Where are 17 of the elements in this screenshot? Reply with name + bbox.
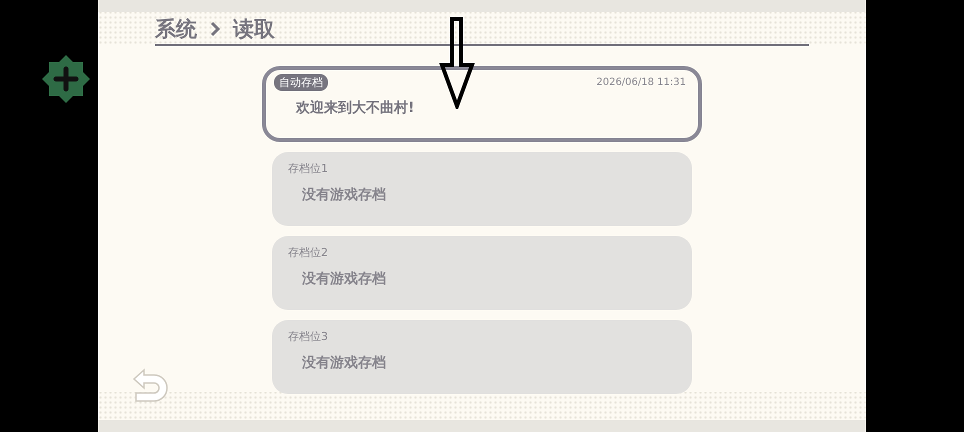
autosave-tag: 自动存档 — [274, 74, 328, 91]
save-slot[interactable]: 存档位1 没有游戏存档 — [272, 152, 692, 226]
breadcrumb-item: 读取 — [233, 16, 275, 43]
empty-slot-text: 没有游戏存档 — [302, 270, 387, 288]
empty-slot-text: 没有游戏存档 — [302, 354, 387, 372]
chevron-icon — [209, 21, 221, 37]
save-slot[interactable]: 存档位3 没有游戏存档 — [272, 320, 692, 394]
save-description: 欢迎来到大不曲村! — [296, 99, 416, 117]
save-slot[interactable]: 存档位2 没有游戏存档 — [272, 236, 692, 310]
add-icon[interactable] — [42, 55, 90, 103]
breadcrumb-item: 系统 — [155, 16, 197, 43]
save-slot[interactable]: 自动存档 2026/06/18 11:31 欢迎来到大不曲村! — [262, 66, 702, 142]
slot-label: 存档位3 — [288, 329, 329, 344]
empty-slot-text: 没有游戏存档 — [302, 186, 387, 204]
slot-label: 存档位2 — [288, 245, 329, 260]
slot-label: 存档位1 — [288, 161, 329, 176]
save-time: 2026/06/18 11:31 — [596, 77, 686, 88]
